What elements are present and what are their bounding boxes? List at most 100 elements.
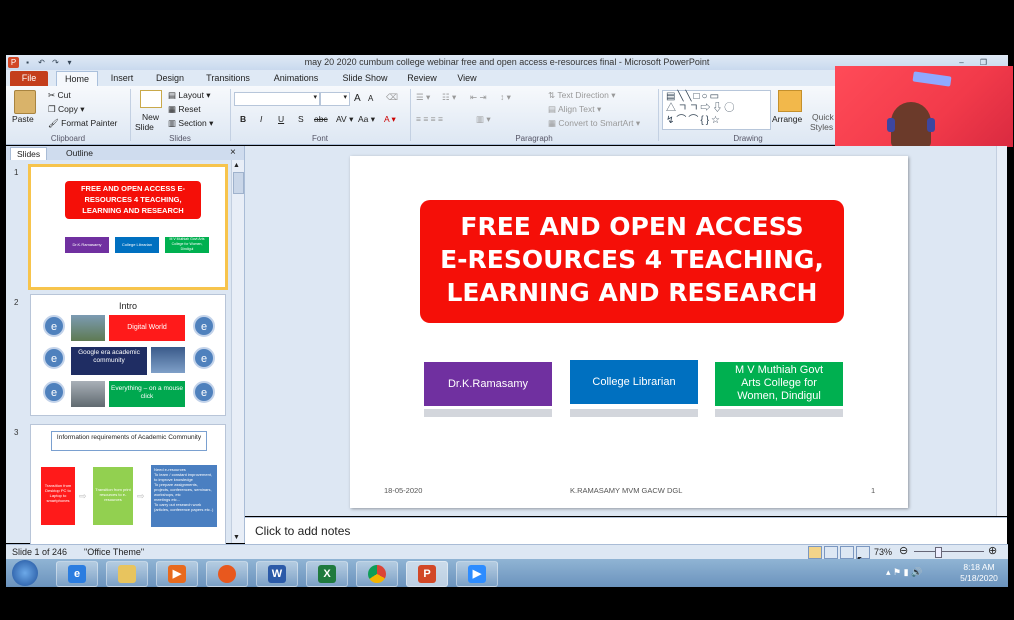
scissors-icon: ✂ (48, 90, 56, 100)
tab-file[interactable]: File (10, 71, 48, 86)
underline-button[interactable]: U (278, 114, 284, 124)
notes-placeholder[interactable]: Click to add notes (255, 524, 350, 538)
font-name-select[interactable]: ▾ (234, 92, 320, 106)
indent-icon[interactable]: ⇤ ⇥ (470, 92, 487, 103)
zoom-slider-thumb[interactable] (935, 547, 942, 558)
editor-scrollbar[interactable] (996, 146, 1007, 516)
author-box[interactable]: Dr.K.Ramasamy (424, 362, 552, 406)
zoom-level[interactable]: 73% (874, 547, 892, 557)
role-box[interactable]: College Librarian (570, 360, 698, 404)
scroll-down-icon[interactable]: ▼ (233, 534, 240, 541)
taskbar-internet-explorer[interactable]: e (56, 561, 98, 587)
convert-smartart-button[interactable]: ▦ Convert to SmartArt ▾ (548, 118, 640, 129)
quick-styles-button-label[interactable]: Styles (810, 122, 833, 132)
strikethrough-button[interactable]: abc (314, 114, 328, 124)
tab-animations[interactable]: Animations (268, 71, 324, 86)
line-spacing-icon[interactable]: ↕ ▾ (500, 92, 511, 103)
copy-button[interactable]: ❐ Copy ▾ (48, 104, 84, 115)
college-shadow-bar (715, 409, 843, 417)
slide-thumbnail-3[interactable]: Information requirements of Academic Com… (30, 424, 226, 546)
reset-button[interactable]: ▦ Reset (168, 104, 201, 115)
start-button[interactable] (12, 560, 38, 586)
text-direction-button[interactable]: ⇅ Text Direction ▾ (548, 90, 615, 101)
tab-slide-show[interactable]: Slide Show (336, 71, 394, 86)
tab-design[interactable]: Design (150, 71, 190, 86)
close-icon[interactable]: × (230, 147, 236, 158)
tab-outline[interactable]: Outline (60, 147, 99, 159)
taskbar-zoom[interactable]: ▶ (456, 561, 498, 587)
numbering-icon[interactable]: ☷ ▾ (442, 92, 456, 103)
paste-button[interactable]: Paste (12, 114, 34, 124)
grow-font-button[interactable]: A (354, 93, 361, 104)
new-slide-button[interactable]: New (142, 112, 159, 122)
new-slide-icon[interactable] (140, 90, 162, 108)
college-line: Women, Dindigul (737, 390, 821, 402)
e-circle-icon: e (43, 315, 65, 337)
tray-icons[interactable]: ▴ ⚑ ▮ 🔊 (886, 567, 922, 578)
notes-pane[interactable]: Click to add notes (245, 517, 1007, 544)
slide-title-box[interactable]: FREE AND OPEN ACCESS E-RESOURCES 4 TEACH… (420, 200, 844, 323)
scroll-thumb[interactable] (233, 172, 244, 194)
thumb-bullet: To carry out research work (articles, co… (154, 502, 214, 512)
college-line: M V Muthiah Govt (734, 364, 824, 376)
zoom-out-icon[interactable]: ⊖ (899, 546, 908, 557)
quick-styles-button[interactable]: Quick (812, 112, 834, 122)
tab-insert[interactable]: Insert (104, 71, 140, 86)
character-spacing-icon[interactable]: AV ▾ (336, 114, 353, 125)
tab-home[interactable]: Home (56, 71, 98, 87)
shadow-button[interactable]: S (298, 114, 304, 124)
taskbar-powerpoint[interactable]: P (406, 561, 448, 587)
powerpoint-icon: P (418, 565, 436, 583)
paste-icon[interactable] (14, 90, 36, 114)
font-size-select[interactable]: ▾ (320, 92, 350, 106)
new-slide-button-label[interactable]: Slide (135, 122, 154, 132)
bold-button[interactable]: B (240, 114, 246, 124)
clock[interactable]: 8:18 AM 5/18/2020 (954, 562, 1004, 584)
section-button[interactable]: ▥ Section ▾ (168, 118, 213, 129)
reset-icon: ▦ (168, 104, 177, 114)
change-case-button[interactable]: Aa ▾ (358, 114, 375, 125)
slide-thumbnail-2[interactable]: Intro e e e e e e Digital World Google e… (30, 294, 226, 416)
taskbar-excel[interactable]: X (306, 561, 348, 587)
slide-number: 1 (14, 168, 19, 177)
columns-icon[interactable]: ▥ ▾ (476, 114, 491, 125)
zoom-in-icon[interactable]: ⊕ (988, 546, 997, 557)
taskbar-word[interactable]: W (256, 561, 298, 587)
arrange-button[interactable]: Arrange (772, 114, 802, 124)
zoom-slider[interactable] (914, 551, 984, 552)
reading-view-icon[interactable] (840, 546, 854, 559)
slide-canvas[interactable]: FREE AND OPEN ACCESS E-RESOURCES 4 TEACH… (350, 156, 908, 508)
layout-button[interactable]: ▤ Layout ▾ (168, 90, 211, 101)
tab-transitions[interactable]: Transitions (200, 71, 256, 86)
text-direction-icon: ⇅ (548, 90, 556, 100)
font-color-icon[interactable]: A ▾ (384, 114, 396, 125)
thumb-bullet: To prepare assignments, projects, confer… (154, 482, 212, 497)
tab-review[interactable]: Review (404, 71, 440, 86)
slide-sorter-icon[interactable] (824, 546, 838, 559)
scrollbar[interactable]: ▲ ▼ (231, 160, 244, 543)
italic-button[interactable]: I (260, 114, 262, 124)
cut-button[interactable]: ✂ Cut (48, 90, 71, 101)
shrink-font-button[interactable]: A (368, 94, 373, 103)
arrange-icon[interactable] (778, 90, 802, 112)
tab-view[interactable]: View (452, 71, 482, 86)
format-painter-button[interactable]: 🖌 Format Painter (48, 118, 117, 129)
scroll-up-icon[interactable]: ▲ (233, 162, 240, 169)
slide-thumbnail-1[interactable]: FREE AND OPEN ACCESS E-RESOURCES 4 TEACH… (28, 164, 228, 290)
bullets-icon[interactable]: ☰ ▾ (416, 92, 430, 103)
taskbar-firefox[interactable] (206, 561, 248, 587)
thumb-title: Intro (118, 301, 137, 311)
thumb-author: Dr.K.Ramasamy (65, 237, 109, 253)
normal-view-icon[interactable] (808, 546, 822, 559)
taskbar-file-explorer[interactable] (106, 561, 148, 587)
shapes-gallery[interactable]: ▤╲╲□○▭ △ㄱㄱ⇨⇩◯ ↯⌒⌒{}☆ (662, 90, 771, 130)
folder-icon (118, 565, 136, 583)
taskbar-chrome[interactable] (356, 561, 398, 587)
author-shadow-bar (424, 409, 552, 417)
taskbar-media-player[interactable]: ▶ (156, 561, 198, 587)
clear-formatting-icon[interactable]: ⌫ (386, 92, 398, 103)
college-box[interactable]: M V Muthiah Govt Arts College for Women,… (715, 362, 843, 406)
align-text-button[interactable]: ▤ Align Text ▾ (548, 104, 601, 115)
tab-slides[interactable]: Slides (10, 147, 48, 160)
align-icons[interactable]: ≡ ≡ ≡ ≡ (416, 114, 443, 124)
